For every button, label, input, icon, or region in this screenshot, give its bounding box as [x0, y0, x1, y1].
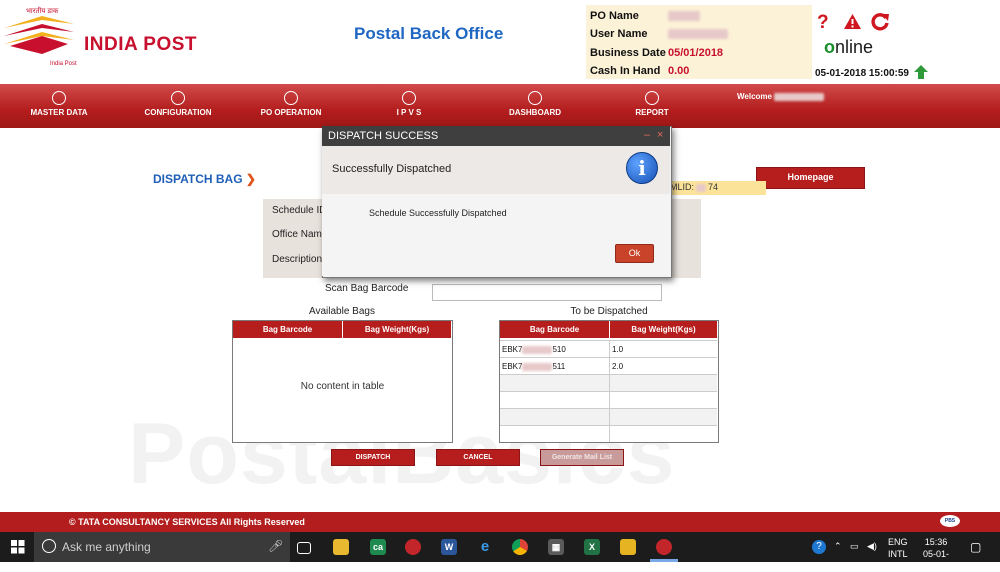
nav-ipvs[interactable]: I P V S	[384, 91, 434, 117]
nav-dashboard[interactable]: DASHBOARD	[498, 91, 572, 117]
nav-master-data[interactable]: MASTER DATA	[22, 91, 96, 117]
brand-hindi-text: भारतीय डाक	[26, 8, 59, 15]
dialog-title: DISPATCH SUCCESS	[328, 130, 439, 142]
database-icon	[52, 91, 66, 105]
generate-mail-list-button: Generate Mail List	[540, 449, 624, 466]
available-bags-caption: Available Bags	[309, 306, 375, 317]
chevron-right-icon: ❯	[245, 172, 256, 186]
header-datetime: 05-01-2018 15:00:59	[815, 68, 909, 79]
notifications-icon[interactable]: ▢	[970, 540, 981, 554]
network-icon[interactable]: ▭	[850, 541, 859, 552]
description-label: Description	[272, 254, 323, 265]
business-date-label: Business Date	[590, 47, 666, 59]
ok-button[interactable]: Ok	[615, 244, 654, 263]
report-icon	[645, 91, 659, 105]
cash-in-hand-label: Cash In Hand	[590, 65, 661, 77]
business-date-value: 05/01/2018	[668, 47, 724, 59]
dialog-title-bar: DISPATCH SUCCESS – ×	[322, 126, 670, 146]
refresh-icon[interactable]	[871, 12, 890, 31]
dialog-heading: Successfully Dispatched	[332, 163, 452, 175]
table-row	[500, 425, 717, 442]
app-active-icon[interactable]	[656, 539, 672, 555]
excel-icon[interactable]: X	[584, 539, 600, 555]
dispatch-button[interactable]: DISPATCH	[331, 449, 415, 466]
dispatch-col-weight: Bag Weight(Kgs)	[610, 321, 718, 338]
india-post-logo-icon	[4, 16, 74, 54]
app-red-icon[interactable]	[405, 539, 421, 555]
task-view-icon[interactable]	[297, 542, 311, 554]
page-title: DISPATCH BAG ❯	[153, 172, 256, 186]
welcome-text: Welcome	[737, 92, 825, 101]
to-be-dispatched-table: Bag Barcode Bag Weight(Kgs) EBK7 510 1.0 …	[499, 320, 719, 443]
to-be-dispatched-caption: To be Dispatched	[570, 306, 648, 317]
user-name-value	[668, 29, 728, 39]
alert-icon[interactable]	[843, 13, 862, 30]
calculator-icon[interactable]: ▦	[548, 539, 564, 555]
brand-name: INDIA POST	[84, 34, 198, 55]
nav-po-operation[interactable]: PO OPERATION	[254, 91, 328, 117]
word-icon[interactable]: W	[441, 539, 457, 555]
pbs-badge-icon: PBS	[940, 515, 960, 527]
online-status: online	[824, 37, 874, 57]
user-name-label: User Name	[590, 28, 648, 40]
help-icon[interactable]: ?	[817, 12, 829, 34]
brand-subtitle: India Post	[50, 61, 77, 67]
dispatch-col-barcode: Bag Barcode	[500, 321, 610, 338]
windows-start-icon[interactable]	[11, 540, 25, 554]
mlid-display: MLID: 74	[660, 181, 766, 195]
volume-icon[interactable]: ◀︎)	[867, 541, 877, 552]
search-placeholder: Ask me anything	[62, 540, 151, 554]
input-language[interactable]: ENG INTL	[888, 536, 908, 560]
po-name-value	[668, 11, 700, 21]
scan-bag-barcode-input[interactable]	[432, 284, 662, 301]
taskbar-clock[interactable]: 15:36 05-01-2018	[913, 536, 959, 572]
info-icon: i	[626, 152, 658, 184]
nav-report[interactable]: REPORT	[622, 91, 682, 117]
microphone-icon[interactable]: 🎤︎	[268, 539, 283, 553]
dialog-body: Schedule Successfully Dispatched	[322, 194, 670, 276]
nav-configuration[interactable]: CONFIGURATION	[136, 91, 220, 117]
app-title: Postal Back Office	[354, 24, 504, 43]
available-col-barcode: Bag Barcode	[233, 321, 343, 338]
cash-in-hand-value: 0.00	[668, 65, 690, 77]
table-row	[500, 408, 717, 426]
gear-icon	[171, 91, 185, 105]
office-name-label: Office Name	[272, 229, 328, 240]
table-row	[500, 374, 717, 392]
app-yellow-icon[interactable]	[620, 539, 636, 555]
dashboard-icon	[528, 91, 542, 105]
cancel-button[interactable]: CANCEL	[436, 449, 520, 466]
po-name-label: PO Name	[590, 10, 639, 22]
scan-bag-barcode-label: Scan Bag Barcode	[325, 283, 409, 294]
empty-table-message: No content in table	[300, 381, 385, 392]
table-row[interactable]: EBK7 510 1.0	[500, 340, 717, 358]
ipvs-icon	[402, 91, 416, 105]
help-tray-icon[interactable]: ?	[812, 540, 826, 554]
minimize-icon[interactable]: –	[644, 125, 650, 145]
footer-copyright: © TATA CONSULTANCY SERVICES All Rights R…	[69, 517, 305, 527]
show-hidden-icons-icon[interactable]: ⌃	[834, 541, 842, 552]
edge-icon[interactable]: e	[477, 539, 493, 555]
file-explorer-icon[interactable]	[333, 539, 349, 555]
dialog-message: Schedule Successfully Dispatched	[369, 208, 507, 218]
dialog-header: Successfully Dispatched	[322, 146, 670, 194]
available-bags-table: Bag Barcode Bag Weight(Kgs) No content i…	[232, 320, 453, 443]
available-col-weight: Bag Weight(Kgs)	[343, 321, 452, 338]
taskbar-search[interactable]: Ask me anything 🎤︎	[34, 532, 290, 562]
chrome-icon[interactable]	[512, 539, 528, 555]
cortana-icon	[42, 539, 56, 553]
close-icon[interactable]: ×	[657, 125, 663, 145]
schedule-id-label: Schedule ID	[272, 205, 327, 216]
homepage-button[interactable]: Homepage	[756, 167, 865, 189]
collapse-up-icon[interactable]	[913, 64, 929, 80]
app-ca-icon[interactable]: ca	[370, 539, 386, 555]
table-row[interactable]: EBK7 511 2.0	[500, 357, 717, 375]
user-icon	[284, 91, 298, 105]
table-row	[500, 391, 717, 409]
session-info-panel: PO Name User Name Business Date 05/01/20…	[586, 5, 812, 79]
